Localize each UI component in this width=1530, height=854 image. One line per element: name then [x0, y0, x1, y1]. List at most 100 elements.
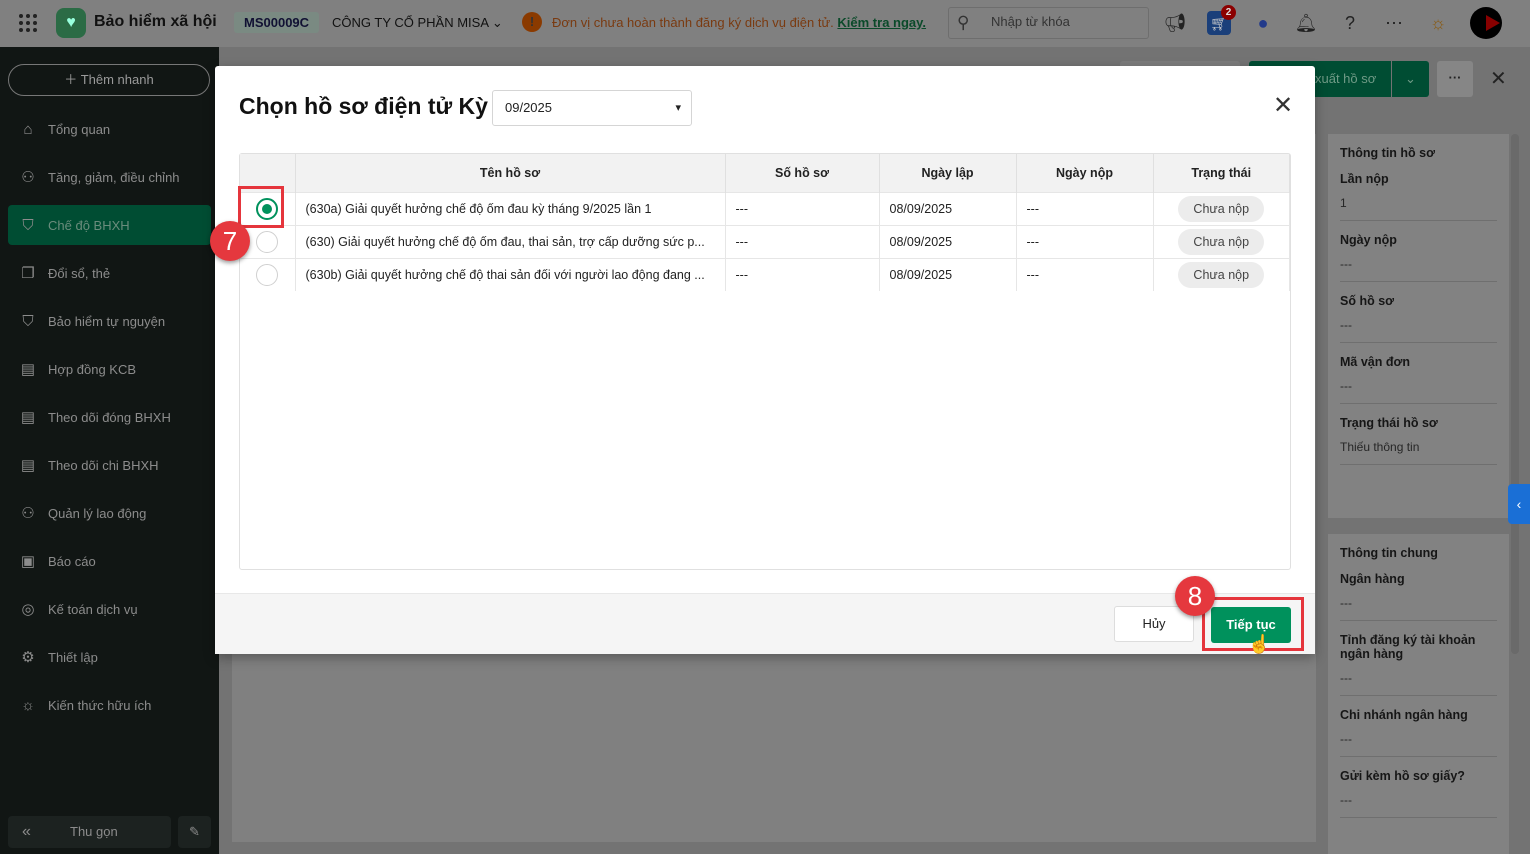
- check-now-link[interactable]: Kiểm tra ngay.: [837, 15, 926, 30]
- more-apps-icon[interactable]: ⋯: [1382, 11, 1406, 35]
- sidebar-item[interactable]: ⚇ Quản lý lao động: [8, 493, 211, 533]
- table-row[interactable]: (630) Giải quyết hưởng chế độ ốm đau, th…: [240, 224, 1290, 258]
- top-header: ♥ Bảo hiểm xã hội MS00009C CÔNG TY CỔ PH…: [0, 0, 1530, 47]
- field-value: Thiếu thông tin: [1340, 440, 1420, 454]
- warning-message: Đơn vị chưa hoàn thành đăng ký dịch vụ đ…: [552, 15, 926, 30]
- sidebar-item-icon: ▤: [20, 457, 36, 474]
- sidebar-item-icon: ▣: [20, 553, 36, 570]
- info-field: Gửi kèm hồ sơ giấy? ---: [1340, 757, 1497, 818]
- bell-icon[interactable]: 🔔︎: [1294, 11, 1318, 35]
- app-grid-icon[interactable]: [19, 14, 37, 32]
- chevron-left-icon[interactable]: ‹: [1508, 484, 1530, 524]
- avatar[interactable]: [1470, 7, 1502, 39]
- column-header: Trạng thái: [1153, 154, 1290, 192]
- sidebar-item[interactable]: ⛉ Bảo hiểm tự nguyện: [8, 301, 211, 341]
- sidebar-item-label: Bảo hiểm tự nguyện: [48, 313, 166, 329]
- sidebar-item-icon: ⚙: [21, 649, 35, 666]
- field-label: Chi nhánh ngân hàng: [1340, 708, 1468, 722]
- sidebar-item-label: Theo dõi chi BHXH: [48, 457, 159, 473]
- sidebar-item-icon: ⚇: [21, 169, 35, 186]
- cart-badge: 2: [1221, 5, 1236, 20]
- company-selector[interactable]: CÔNG TY CỔ PHẦN MISA ⌄: [332, 15, 503, 31]
- field-value: ---: [1340, 596, 1352, 610]
- sidebar-item-icon: ▤: [20, 361, 36, 378]
- field-value: 1: [1340, 196, 1347, 210]
- section-title: Thông tin hồ sơ: [1340, 146, 1435, 160]
- sidebar-item[interactable]: ▣ Báo cáo: [8, 541, 211, 581]
- period-value: 09/2025: [505, 100, 552, 115]
- submitted-date: ---: [1016, 257, 1154, 291]
- select-record-dialog: Chọn hồ sơ điện tử Kỳ 09/2025 ▾ ✕ Tên hồ …: [215, 66, 1315, 654]
- status-badge: Chưa nộp: [1178, 195, 1265, 222]
- highlight-box: [238, 186, 284, 228]
- step-badge: 7: [210, 221, 250, 261]
- status-badge: Chưa nộp: [1178, 261, 1265, 288]
- info-field: Mã vận đơn ---: [1340, 343, 1497, 404]
- sidebar-item[interactable]: ▤ Theo dõi chi BHXH: [8, 445, 211, 485]
- sidebar-item[interactable]: ▤ Hợp đồng KCB: [8, 349, 211, 389]
- field-label: Mã vận đơn: [1340, 355, 1411, 369]
- help-icon[interactable]: ?: [1338, 11, 1362, 35]
- record-name: (630b) Giải quyết hưởng chế độ thai sản …: [295, 257, 726, 291]
- sidebar-item[interactable]: ◎ Kế toán dịch vụ: [8, 589, 211, 629]
- close-icon[interactable]: ✕: [1490, 66, 1507, 91]
- tax-code-badge: MS00009C: [234, 12, 320, 33]
- chevron-down-icon: ⌄: [491, 15, 503, 30]
- chat-icon[interactable]: ●: [1251, 11, 1275, 35]
- field-label: Lần nộp: [1340, 172, 1389, 186]
- company-name: CÔNG TY CỔ PHẦN MISA: [332, 15, 489, 30]
- plus-icon: ＋: [64, 72, 78, 87]
- record-name: (630a) Giải quyết hưởng chế độ ốm đau kỳ…: [295, 191, 726, 225]
- status-cell: Chưa nộp: [1153, 224, 1290, 258]
- field-label: Gửi kèm hồ sơ giấy?: [1340, 769, 1465, 783]
- row-radio[interactable]: [256, 230, 279, 253]
- status-cell: Chưa nộp: [1153, 191, 1290, 225]
- sidebar-item[interactable]: ⌂ Tổng quan: [8, 109, 211, 149]
- hand-cursor-icon: ☝: [1248, 634, 1271, 654]
- quick-add-button[interactable]: ＋ Thêm nhanh: [8, 64, 210, 96]
- sidebar-item-label: Tổng quan: [48, 121, 111, 137]
- field-label: Trạng thái hồ sơ: [1340, 416, 1438, 430]
- sidebar-item-icon: ⌂: [23, 120, 33, 138]
- sidebar-item[interactable]: ❐ Đổi sổ, thẻ: [8, 253, 211, 293]
- edit-icon[interactable]: ✎: [178, 816, 211, 848]
- dialog-footer: Hủy Tiếp tục: [215, 593, 1315, 654]
- sidebar-item[interactable]: ☼ Kiến thức hữu ích: [8, 685, 211, 725]
- field-value: ---: [1340, 318, 1352, 332]
- step-badge: 8: [1175, 576, 1215, 616]
- warning-icon: !: [522, 12, 542, 32]
- table-row[interactable]: (630a) Giải quyết hưởng chế độ ốm đau kỳ…: [240, 191, 1290, 225]
- sidebar-item[interactable]: ⚇ Tăng, giảm, điều chỉnh: [8, 157, 211, 197]
- sidebar-item-label: Thiết lập: [48, 649, 98, 665]
- info-field: Ngân hàng ---: [1340, 560, 1497, 621]
- sidebar-item-icon: ☼: [21, 696, 35, 714]
- megaphone-icon[interactable]: 📢︎: [1163, 11, 1187, 35]
- sidebar-item[interactable]: ⛉ Chế độ BHXH: [8, 205, 211, 245]
- info-field: Tỉnh đăng ký tài khoản ngân hàng ---: [1340, 621, 1497, 696]
- more-options-button[interactable]: ···: [1437, 61, 1473, 97]
- table-row[interactable]: (630b) Giải quyết hưởng chế độ thai sản …: [240, 257, 1290, 291]
- chevron-down-icon[interactable]: ⌄: [1392, 61, 1429, 97]
- dialog-title: Chọn hồ sơ điện tử Kỳ: [239, 93, 488, 119]
- sidebar-item-label: Đổi sổ, thẻ: [48, 265, 111, 281]
- records-table: Tên hồ sơ Số hồ sơ Ngày lập Ngày nộp Trạ…: [239, 153, 1291, 570]
- row-radio[interactable]: [256, 263, 279, 286]
- sidebar-item[interactable]: ▤ Theo dõi đóng BHXH: [8, 397, 211, 437]
- sidebar-item-label: Kế toán dịch vụ: [48, 601, 138, 617]
- search-box[interactable]: ⚲: [948, 7, 1149, 39]
- sidebar-item-label: Chế độ BHXH: [48, 217, 130, 233]
- close-icon[interactable]: ✕: [1273, 94, 1293, 118]
- search-input[interactable]: [991, 14, 1141, 29]
- period-select[interactable]: 09/2025 ▾: [492, 90, 692, 126]
- scrollbar[interactable]: [1511, 134, 1519, 654]
- field-value: ---: [1340, 732, 1352, 746]
- warning-text: Đơn vị chưa hoàn thành đăng ký dịch vụ đ…: [552, 15, 834, 30]
- sidebar-item-icon: ▤: [20, 409, 36, 426]
- collapse-sidebar-button[interactable]: « Thu gọn: [8, 816, 171, 848]
- section-title: Thông tin chung: [1340, 546, 1438, 560]
- sidebar-item-icon: ◎: [21, 601, 35, 618]
- lightbulb-icon[interactable]: ☼: [1426, 11, 1450, 35]
- general-info-panel: Thông tin chung Ngân hàng --- Tỉnh đăng ký…: [1328, 534, 1509, 854]
- sidebar-item[interactable]: ⚙ Thiết lập: [8, 637, 211, 677]
- collapse-label: Thu gọn: [70, 824, 118, 839]
